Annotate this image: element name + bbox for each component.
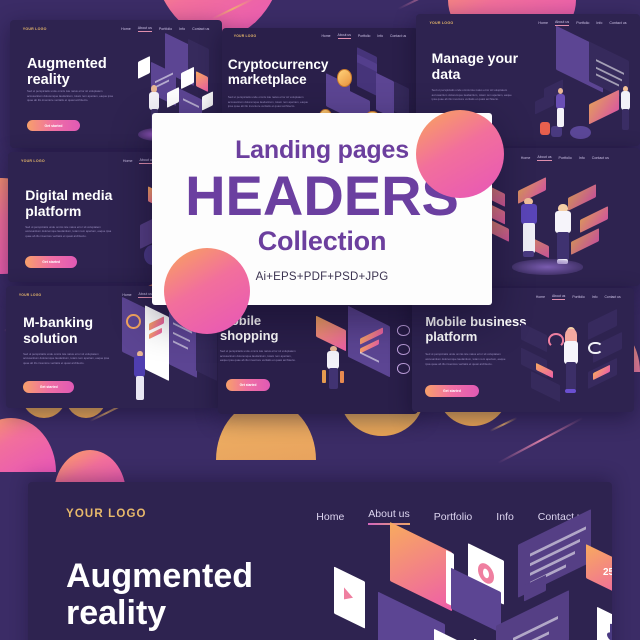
card-cta-button[interactable]: Get started (23, 381, 75, 394)
card-nav: YOUR LOGO Home About us Portfolio Info C… (416, 14, 640, 32)
nav-home[interactable]: Home (536, 295, 545, 299)
nav-about-us[interactable]: About us (138, 292, 152, 298)
card-cta-button[interactable]: Get started (26, 119, 80, 132)
notification-badge: 25 (585, 544, 612, 601)
decor-blob-bottom-left (0, 418, 56, 472)
card-heading: Manage your data (431, 49, 519, 82)
nav-portfolio[interactable]: Portfolio (159, 27, 172, 31)
decor-streak-8 (497, 417, 584, 464)
nav-contact-us[interactable]: Contact us (192, 27, 209, 31)
card-cta-button[interactable]: Get started (425, 384, 479, 398)
bottom-hero-illustration: 25 (328, 509, 612, 640)
card-illustration (524, 25, 640, 146)
card-paragraph: Sed ut perspiciatis unde omnis iste natu… (431, 87, 512, 102)
card-nav: YOUR LOGO Home About us Portfolio Info C… (10, 20, 222, 38)
nav-portfolio[interactable]: Portfolio (572, 295, 584, 299)
nav-contact-us[interactable]: Contact us (592, 156, 609, 160)
nav-portfolio[interactable]: Portfolio (559, 156, 572, 160)
nav-home[interactable]: Home (123, 159, 133, 163)
nav-about-us[interactable]: About us (337, 33, 351, 40)
play-card-icon (333, 566, 365, 629)
decor-blob-center-low (164, 248, 250, 334)
card-logo: YOUR LOGO (22, 26, 47, 31)
bottom-hero-logo[interactable]: YOUR LOGO (66, 508, 147, 520)
card-nav: YOUR LOGO Home About us Portfolio Info C… (222, 28, 418, 45)
card-illustration (471, 176, 626, 286)
card-paragraph: Sed ut perspiciatis unde omnis iste natu… (25, 224, 112, 239)
card-cta-button[interactable]: Get started (226, 379, 270, 391)
nav-about-us[interactable]: About us (537, 155, 552, 161)
comment-panel (496, 590, 569, 640)
card-illustration (302, 305, 418, 407)
promo-title-top: Landing pages (235, 135, 409, 164)
nav-info[interactable]: Info (179, 27, 185, 31)
card-menu: Home About us Portfolio Info Contact us (321, 33, 406, 40)
card-paragraph: Sed ut perspiciatis unde omnis iste natu… (425, 352, 506, 366)
nav-portfolio[interactable]: Portfolio (358, 34, 370, 38)
card-heading: Mobile business platform (425, 314, 527, 344)
nav-info[interactable]: Info (592, 295, 598, 299)
bottom-hero-heading: Augmented reality (66, 557, 253, 632)
card-menu: Home About us Portfolio Info Contact us (521, 155, 609, 161)
card-paragraph: Sed ut perspiciatis unde omnis iste natu… (26, 89, 113, 103)
promo-title-sub: Collection (257, 225, 387, 256)
card-mobile-shopping[interactable]: Mobile shopping Sed ut perspiciatis unde… (218, 298, 418, 414)
nav-home[interactable]: Home (121, 27, 131, 31)
card-menu: Home About us Portfolio Info Contact us (538, 20, 627, 27)
card-heading: M-banking solution (23, 314, 94, 346)
nav-contact-us[interactable]: Contact us (609, 21, 626, 25)
media-thumbnail (389, 521, 452, 612)
nav-home[interactable]: Home (321, 34, 330, 38)
nav-portfolio[interactable]: Portfolio (576, 21, 589, 25)
card-paragraph: Sed ut perspiciatis unde omnis iste natu… (220, 349, 296, 363)
nav-info[interactable]: Info (579, 156, 585, 160)
badge-count: 25 (602, 567, 612, 579)
nav-home[interactable]: Home (521, 156, 531, 160)
card-illustration (514, 305, 634, 412)
card-heading: Digital media platform (25, 187, 113, 220)
nav-info[interactable]: Info (377, 34, 383, 38)
nav-info[interactable]: Info (596, 21, 602, 25)
card-cta-button[interactable]: Get started (25, 256, 78, 268)
nav-home[interactable]: Home (538, 21, 548, 25)
promo-formats-list: Ai+EPS+PDF+PSD+JPG (255, 270, 389, 283)
bottom-hero-section: YOUR LOGO Home About us Portfolio Info C… (28, 482, 612, 640)
card-menu: Home About us Portfolio Info Contact us (121, 26, 209, 32)
card-heading: Augmented reality (26, 55, 107, 89)
nav-about-us[interactable]: About us (551, 294, 566, 300)
card-paragraph: Sed ut perspiciatis unde omnis iste natu… (23, 351, 110, 366)
decor-blob-hero-right (416, 110, 504, 198)
card-logo: YOUR LOGO (18, 292, 42, 297)
music-card (596, 606, 612, 640)
nav-contact-us[interactable]: Contact us (390, 34, 406, 38)
nav-contact-us[interactable]: Contact us (604, 295, 620, 299)
card-logo: YOUR LOGO (233, 34, 257, 39)
nav-about-us[interactable]: About us (137, 26, 152, 32)
card-mobile-business-platform[interactable]: Home About us Portfolio Info Contact us … (412, 288, 634, 412)
nav-home[interactable]: Home (122, 293, 131, 297)
card-logo: YOUR LOGO (20, 159, 45, 164)
card-menu: Home About us Portfolio Info Contact us (536, 294, 621, 300)
card-logo: YOUR LOGO (429, 21, 454, 26)
card-paragraph: Sed ut perspiciatis unde omnis iste natu… (227, 95, 308, 109)
promo-title-main: HEADERS (185, 163, 459, 227)
poster-canvas: YOUR LOGO Home About us Portfolio Info C… (0, 0, 640, 640)
